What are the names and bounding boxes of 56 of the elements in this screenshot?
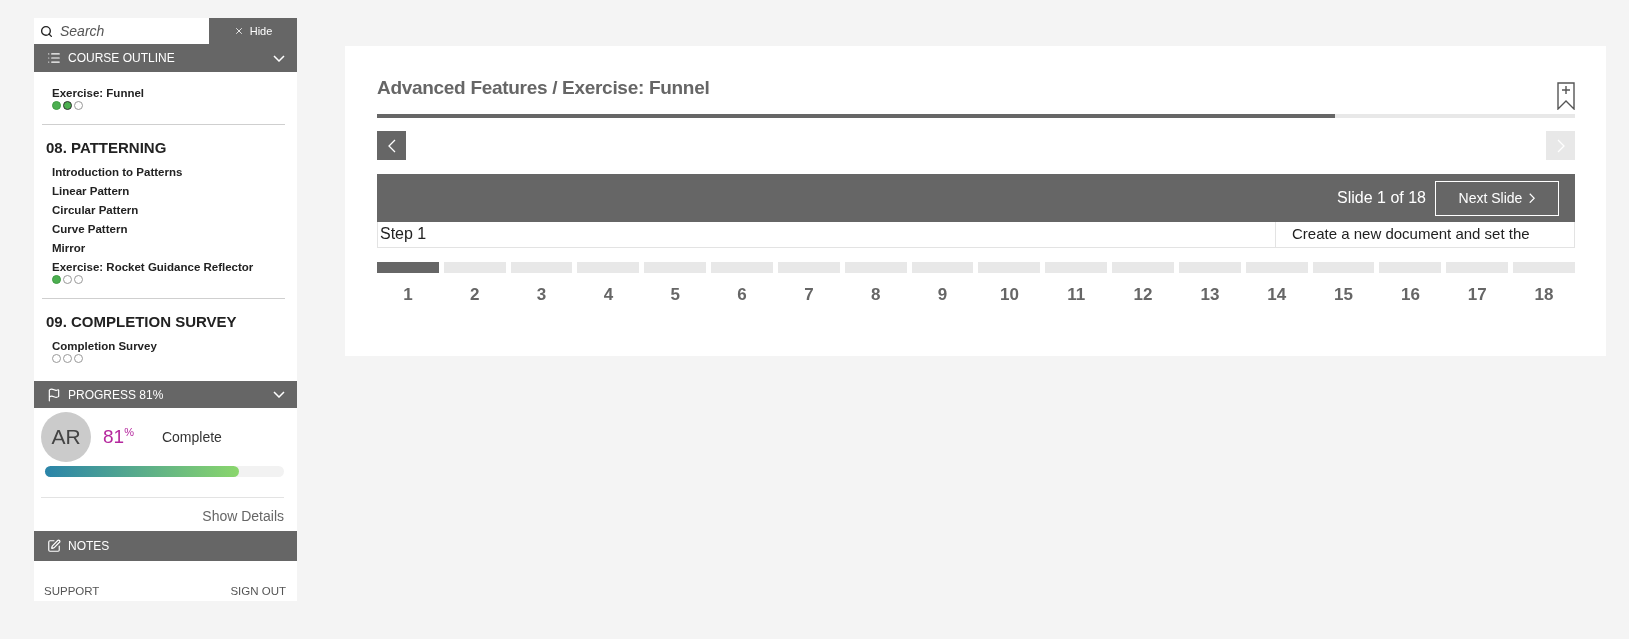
lesson-link[interactable]: Curve Pattern (52, 222, 128, 237)
slide-number: 7 (804, 285, 814, 305)
slide-number: 6 (737, 285, 747, 305)
slide-tab[interactable] (377, 262, 439, 273)
next-slide-button[interactable]: Next Slide (1435, 180, 1559, 216)
slide-number: 5 (670, 285, 680, 305)
completion-status: Complete (161, 429, 222, 445)
show-details-link[interactable]: Show Details (202, 507, 284, 525)
slide-number: 3 (536, 285, 547, 305)
search-field[interactable]: Search (60, 20, 190, 42)
avatar: AR (41, 412, 91, 462)
slide-number: 8 (871, 285, 881, 305)
notes-header[interactable]: NOTES (34, 531, 297, 561)
section-heading: 08. PATTERNING (46, 139, 168, 157)
lesson-link[interactable]: Mirror (52, 241, 86, 256)
lesson-link[interactable]: Completion Survey (52, 339, 157, 354)
slide-number: 17 (1467, 285, 1487, 305)
slide-number: 1 (403, 285, 413, 305)
footer-link[interactable]: SIGN OUT (230, 585, 286, 597)
chevron-down-icon (273, 391, 285, 398)
hide-button[interactable]: Hide (209, 18, 297, 44)
slide-number: 11 (1067, 285, 1086, 305)
chevron-right-icon (1529, 192, 1536, 204)
bookmark-plus-icon[interactable] (1557, 82, 1575, 110)
slide-number: 10 (999, 285, 1019, 305)
progress-header[interactable]: PROGRESS 81% (34, 381, 297, 408)
edit-icon (47, 539, 61, 553)
slide-counter: Slide 1 of 18 (1337, 189, 1426, 207)
previous-button[interactable] (377, 131, 406, 160)
lesson-link[interactable]: Linear Pattern (52, 184, 130, 199)
lesson-title: Advanced Features / Exercise: Funnel (377, 76, 710, 100)
lesson-link[interactable]: Exercise: Rocket Guidance Reflector (52, 260, 254, 275)
slide-number: 4 (603, 285, 614, 305)
search-icon (40, 24, 53, 38)
instruction-cell: Create a new document and set the (1275, 222, 1575, 248)
chevron-left-icon (387, 138, 396, 153)
step-cell: Step 1 (377, 222, 1275, 248)
lesson-link[interactable]: Exercise: Funnel (52, 86, 145, 101)
slide-number: 15 (1334, 285, 1354, 305)
slide-number: 12 (1133, 285, 1153, 305)
lesson-link[interactable]: Circular Pattern (52, 203, 139, 218)
slide-number: 18 (1534, 285, 1554, 305)
slide-number: 13 (1200, 285, 1220, 305)
section-heading: 09. COMPLETION SURVEY (46, 313, 238, 331)
slide-number: 9 (937, 285, 948, 305)
footer-link[interactable]: SUPPORT (44, 585, 100, 597)
lesson-link[interactable]: Introduction to Patterns (52, 165, 183, 180)
chevron-down-icon (273, 54, 285, 62)
course-outline-header[interactable]: COURSE OUTLINE (34, 44, 297, 72)
list-icon (47, 51, 61, 65)
slide-number: 2 (470, 285, 480, 305)
slide-number: 16 (1400, 285, 1420, 305)
slide-number: 14 (1267, 285, 1287, 305)
progress-percent: 81$^{%}$ (103, 425, 134, 449)
close-icon (233, 26, 244, 36)
flag-icon (47, 387, 61, 402)
